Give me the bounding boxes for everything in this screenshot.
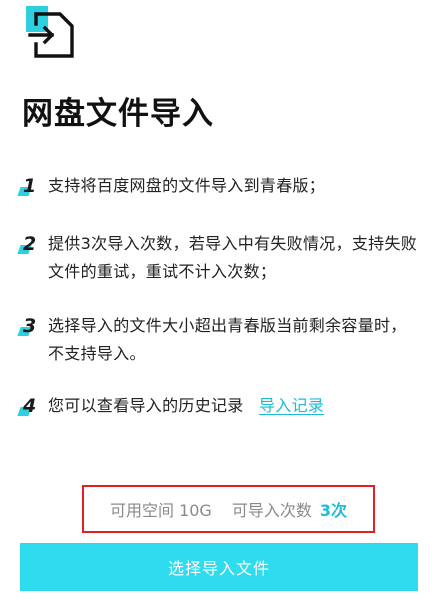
rule-number-digit: 3 bbox=[23, 315, 37, 337]
available-space-text: 可用空间 10G bbox=[109, 501, 212, 520]
file-import-icon bbox=[26, 6, 82, 64]
rule-item-1: 1 支持将百度网盘的文件导入到青春版； bbox=[17, 172, 422, 200]
rule-text-4: 您可以查看导入的历史记录 导入记录 bbox=[48, 392, 324, 420]
rule-text-2: 提供3次导入次数，若导入中有失败情况，支持失败文件的重试，重试不计入次数； bbox=[48, 234, 418, 281]
rule-number-1: 1 bbox=[17, 172, 48, 200]
page-title: 网盘文件导入 bbox=[22, 96, 214, 132]
file-import-icon-graphic bbox=[26, 6, 74, 58]
import-count-label: 可导入次数 bbox=[231, 501, 312, 520]
rule-text-1: 支持将百度网盘的文件导入到青春版； bbox=[48, 176, 326, 195]
rule-number-2: 2 bbox=[17, 230, 48, 258]
rule-item-4: 4 您可以查看导入的历史记录 导入记录 bbox=[17, 392, 422, 420]
rule-number-digit: 2 bbox=[23, 233, 37, 255]
rule-item-3: 3 选择导入的文件大小超出青春版当前剩余容量时，不支持导入。 bbox=[17, 312, 422, 368]
import-count-value: 3次 bbox=[319, 501, 347, 520]
import-history-link[interactable]: 导入记录 bbox=[259, 396, 324, 415]
rule-number-digit: 4 bbox=[23, 395, 37, 417]
rule-text-3: 选择导入的文件大小超出青春版当前剩余容量时，不支持导入。 bbox=[48, 316, 407, 363]
rule-number-digit: 1 bbox=[23, 175, 37, 197]
rule-number-3: 3 bbox=[17, 312, 48, 340]
rule-text-4-body: 您可以查看导入的历史记录 bbox=[48, 396, 244, 415]
rule-item-2: 2 提供3次导入次数，若导入中有失败情况，支持失败文件的重试，重试不计入次数； bbox=[17, 230, 422, 286]
quota-summary: 可用空间 10G 可导入次数 3次 bbox=[82, 485, 375, 533]
rule-number-4: 4 bbox=[17, 392, 48, 420]
select-import-file-button[interactable]: 选择导入文件 bbox=[20, 543, 418, 591]
